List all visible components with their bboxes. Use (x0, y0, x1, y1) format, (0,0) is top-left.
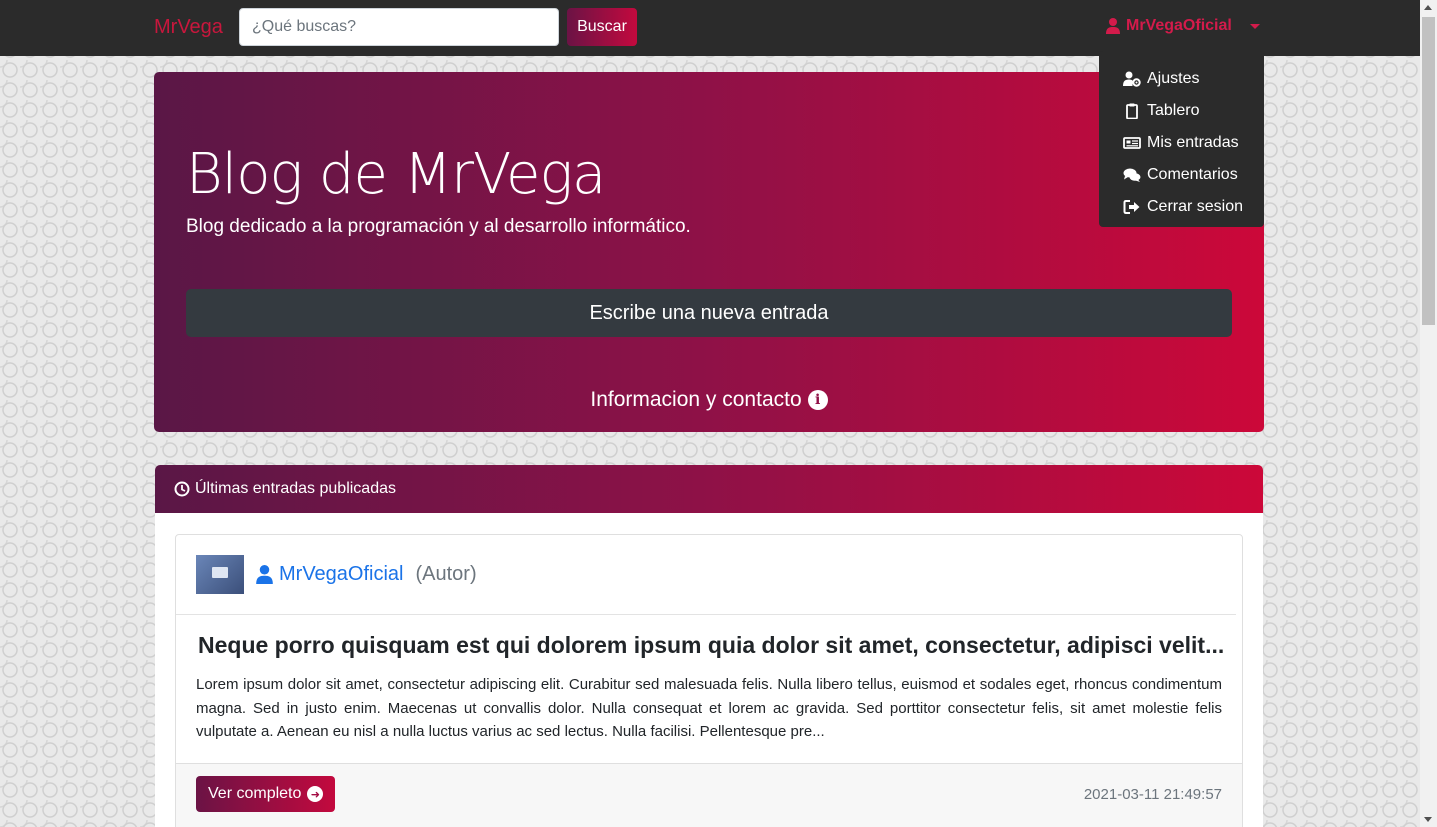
latest-posts-header: Últimas entradas publicadas (155, 465, 1263, 513)
comments-icon (1123, 168, 1141, 182)
post-author[interactable]: MrVegaOficial (Autor) (256, 563, 477, 586)
dropdown-item-mis-entradas[interactable]: Mis entradas (1099, 127, 1264, 159)
arrow-circle-right-icon: ➜ (307, 786, 324, 802)
dropdown-item-label: Mis entradas (1147, 134, 1239, 151)
dropdown-item-cerrar-sesion[interactable]: Cerrar sesion (1099, 191, 1264, 223)
post-card: MrVegaOficial (Autor) Neque porro quisqu… (175, 534, 1243, 827)
dropdown-item-comentarios[interactable]: Comentarios (1099, 159, 1264, 191)
dropdown-item-label: Tablero (1147, 102, 1200, 119)
scroll-up-arrow-icon[interactable] (1424, 5, 1432, 10)
scroll-thumb[interactable] (1422, 17, 1435, 325)
user-menu-toggle[interactable]: MrVegaOficial (1106, 17, 1260, 35)
post-thumbnail[interactable] (196, 555, 244, 594)
dropdown-item-label: Comentarios (1147, 166, 1238, 183)
post-date: 2021-03-11 21:49:57 (1083, 786, 1222, 803)
clock-icon (174, 481, 190, 497)
dropdown-item-tablero[interactable]: Tablero (1099, 95, 1264, 127)
new-entry-button[interactable]: Escribe una nueva entrada (186, 289, 1232, 337)
hero-title: Blog de MrVega (186, 142, 606, 207)
post-title[interactable]: Neque porro quisquam est qui dolorem ips… (198, 632, 1224, 659)
post-author-name: MrVegaOficial (279, 563, 404, 585)
brand-link[interactable]: MrVega (154, 16, 223, 39)
user-cog-icon (1123, 71, 1141, 87)
info-circle-icon: i (807, 390, 828, 410)
post-header: MrVegaOficial (Autor) (176, 535, 1236, 615)
search-button[interactable]: Buscar (567, 8, 637, 46)
caret-down-icon (1249, 23, 1260, 29)
user-icon (1106, 18, 1120, 34)
hero-subtitle: Blog dedicado a la programación y al des… (186, 216, 691, 237)
read-more-button[interactable]: Ver completo ➜ (196, 776, 336, 812)
info-contact-label: Informacion y contacto (590, 388, 802, 411)
scroll-down-arrow-icon[interactable] (1424, 817, 1432, 822)
dropdown-item-label: Ajustes (1147, 70, 1200, 87)
user-icon (256, 565, 273, 584)
clipboard-icon (1126, 103, 1138, 119)
dropdown-item-ajustes[interactable]: Ajustes (1099, 63, 1264, 95)
latest-posts-title: Últimas entradas publicadas (195, 480, 396, 497)
user-dropdown-menu: Ajustes Tablero Mis entradas Comentarios (1099, 51, 1264, 227)
hero-jumbotron: Blog de MrVega Blog dedicado a la progra… (154, 72, 1264, 432)
page-scrollbar[interactable] (1420, 0, 1437, 827)
info-contact-link[interactable]: Informacion y contacto i (154, 388, 1264, 412)
read-more-label: Ver completo (208, 785, 302, 802)
top-navbar: MrVega Buscar MrVegaOficial (0, 0, 1420, 56)
post-excerpt: Lorem ipsum dolor sit amet, consectetur … (196, 676, 1222, 740)
post-author-role: (Autor) (415, 563, 477, 585)
newspaper-icon (1123, 137, 1141, 149)
user-name: MrVegaOficial (1126, 17, 1232, 34)
search-input[interactable] (239, 8, 559, 46)
latest-posts-card: Últimas entradas publicadas MrVegaOficia… (155, 465, 1263, 827)
post-footer: Ver completo ➜ 2021-03-11 21:49:57 (176, 763, 1242, 827)
sign-out-icon (1123, 200, 1140, 214)
dropdown-item-label: Cerrar sesion (1147, 198, 1244, 215)
